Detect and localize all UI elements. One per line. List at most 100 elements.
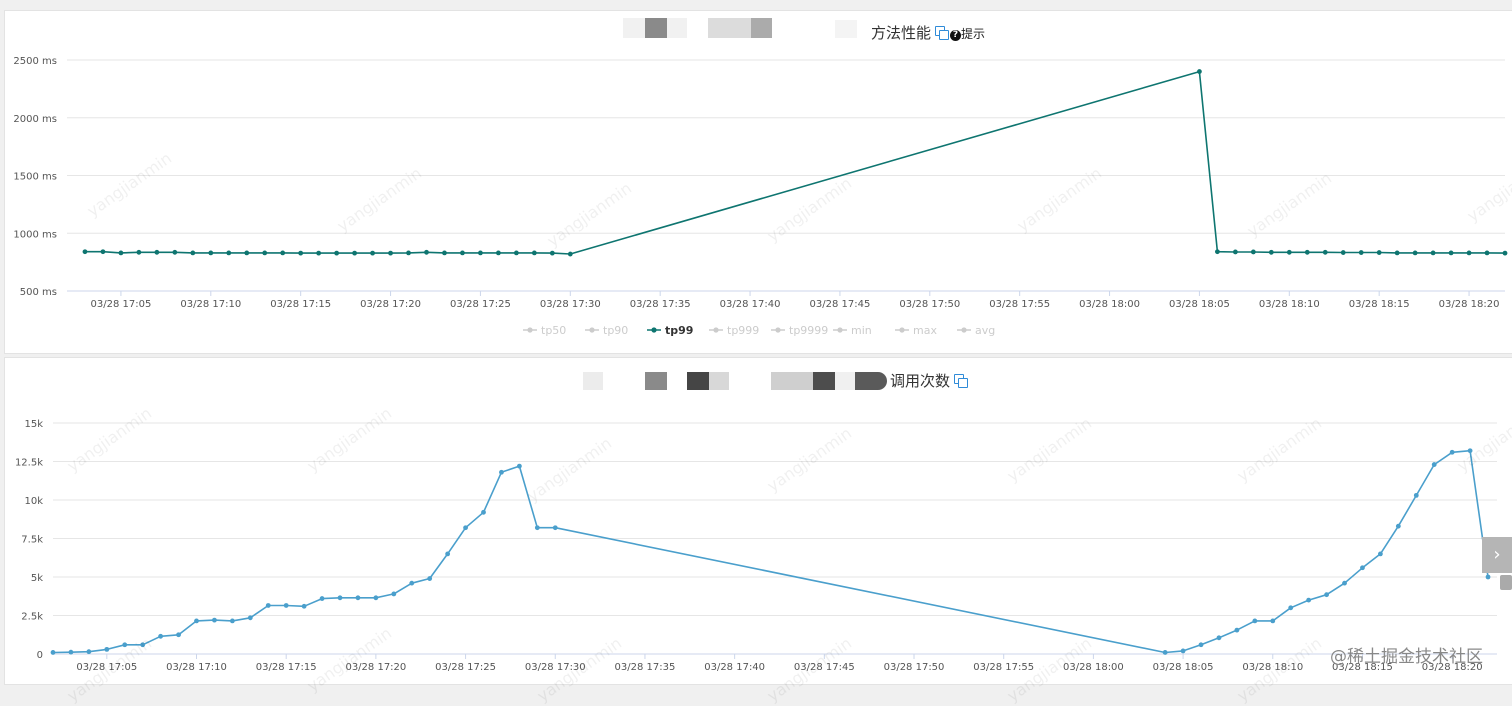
- data-point: [1324, 592, 1329, 598]
- data-point: [136, 249, 142, 255]
- data-point: [316, 250, 322, 256]
- legend-marker-max: [899, 327, 905, 333]
- data-point: [1288, 605, 1294, 611]
- legend-item-avg[interactable]: avg: [975, 324, 995, 337]
- legend-item-max[interactable]: max: [913, 324, 937, 337]
- x-tick-label: 03/28 17:30: [540, 299, 601, 310]
- data-point: [262, 250, 268, 256]
- legend-marker-tp90: [589, 327, 595, 333]
- x-tick-label: 03/28 17:10: [166, 662, 227, 673]
- data-point: [355, 595, 361, 601]
- data-point: [1466, 250, 1472, 256]
- x-tick-label: 03/28 18:15: [1349, 299, 1410, 310]
- data-point: [1394, 250, 1400, 256]
- x-tick-label: 03/28 17:45: [810, 299, 871, 310]
- data-point: [442, 250, 447, 256]
- data-point: [1358, 250, 1364, 255]
- y-tick-label: 7.5k: [21, 535, 43, 546]
- x-tick-label: 03/28 17:40: [704, 662, 765, 673]
- x-tick-label: 03/28 17:45: [794, 662, 855, 673]
- data-point: [1162, 650, 1168, 655]
- data-point: [140, 642, 146, 648]
- copy-icon[interactable]: [935, 26, 950, 40]
- data-point: [516, 463, 522, 469]
- side-tab-icon[interactable]: [1500, 575, 1512, 590]
- x-tick-label: 03/28 17:35: [630, 299, 691, 310]
- x-tick-label: 03/28 17:05: [91, 299, 152, 310]
- x-tick-label: 03/28 17:15: [256, 662, 317, 673]
- data-point: [1448, 250, 1454, 256]
- legend-marker-tp99: [651, 327, 657, 333]
- legend-item-tp9999[interactable]: tp9999: [789, 324, 828, 337]
- data-point: [352, 250, 357, 256]
- x-tick-label: 03/28 17:10: [180, 299, 241, 310]
- data-point: [1216, 635, 1222, 641]
- data-point: [1467, 448, 1473, 454]
- data-point: [86, 649, 92, 655]
- x-tick-label: 03/28 17:15: [270, 299, 331, 310]
- data-point: [194, 618, 199, 624]
- data-point: [337, 595, 343, 601]
- chart-title-row: 方法性能? 提示: [871, 22, 985, 43]
- data-point: [1250, 249, 1256, 255]
- y-tick-label: 2500 ms: [13, 56, 57, 67]
- data-point: [226, 250, 232, 256]
- calls-chart-panel: 0 2.5k 5k 7.5k 10k 12.5k 15k 03/28 17:05 03/28 1…: [4, 357, 1512, 685]
- data-point: [283, 603, 289, 608]
- help-icon[interactable]: ?: [950, 30, 962, 41]
- x-tick-label: 03/28 17:50: [884, 662, 945, 673]
- x-tick-label: 03/28 18:05: [1153, 662, 1214, 673]
- x-tick-label: 03/28 17:55: [973, 662, 1034, 673]
- data-point: [334, 250, 340, 256]
- data-point: [1431, 462, 1437, 467]
- legend-item-min[interactable]: min: [851, 324, 872, 337]
- data-point: [1485, 574, 1491, 580]
- data-point: [208, 250, 214, 256]
- data-point: [1306, 597, 1312, 603]
- x-tick-label: 03/28 17:20: [345, 662, 406, 673]
- perf-chart-title: 方法性能: [871, 24, 932, 42]
- legend-item-tp99[interactable]: tp99: [665, 324, 693, 337]
- perf-chart-panel: 500 ms 1000 ms 1500 ms 2000 ms 2500 ms 03/28 …: [4, 10, 1512, 354]
- data-point: [1412, 250, 1418, 256]
- data-point: [373, 595, 379, 601]
- data-point: [1395, 523, 1401, 529]
- data-point: [1304, 249, 1310, 255]
- data-point: [1340, 250, 1346, 255]
- x-tick-label: 03/28 17:55: [989, 299, 1050, 310]
- data-point: [409, 580, 415, 586]
- redacted-title-block: [813, 372, 835, 390]
- data-point: [481, 509, 486, 515]
- hint-link[interactable]: 提示: [961, 27, 985, 41]
- data-point: [50, 650, 56, 655]
- data-point: [100, 249, 106, 255]
- legend-item-tp50[interactable]: tp50: [541, 324, 566, 337]
- data-point: [229, 618, 235, 624]
- data-point: [122, 642, 128, 648]
- x-tick-label: 03/28 17:20: [360, 299, 421, 310]
- legend-item-tp999[interactable]: tp999: [727, 324, 759, 337]
- data-point: [1268, 249, 1274, 255]
- redacted-title-block: [709, 372, 729, 390]
- data-point: [496, 250, 501, 256]
- data-point: [549, 250, 555, 256]
- copy-icon[interactable]: [954, 374, 969, 388]
- y-tick-label: 500 ms: [20, 287, 57, 298]
- data-point: [463, 525, 468, 531]
- x-tick-label: 03/28 18:00: [1063, 662, 1124, 673]
- x-tick-label: 03/28 18:10: [1259, 299, 1320, 310]
- data-point: [478, 250, 483, 256]
- data-point: [534, 525, 540, 531]
- y-tick-label: 2.5k: [21, 612, 43, 623]
- data-point: [1197, 69, 1202, 74]
- data-point: [552, 525, 558, 531]
- y-tick-label: 2000 ms: [13, 114, 57, 125]
- data-point: [531, 250, 537, 256]
- legend-item-tp90[interactable]: tp90: [603, 324, 628, 337]
- scroll-right-button[interactable]: ›: [1482, 537, 1512, 573]
- data-point: [1430, 250, 1436, 256]
- redacted-title-block: [855, 372, 887, 390]
- redacted-title-block: [835, 20, 857, 38]
- x-tick-label: 03/28 17:35: [615, 662, 676, 673]
- data-point: [445, 551, 451, 557]
